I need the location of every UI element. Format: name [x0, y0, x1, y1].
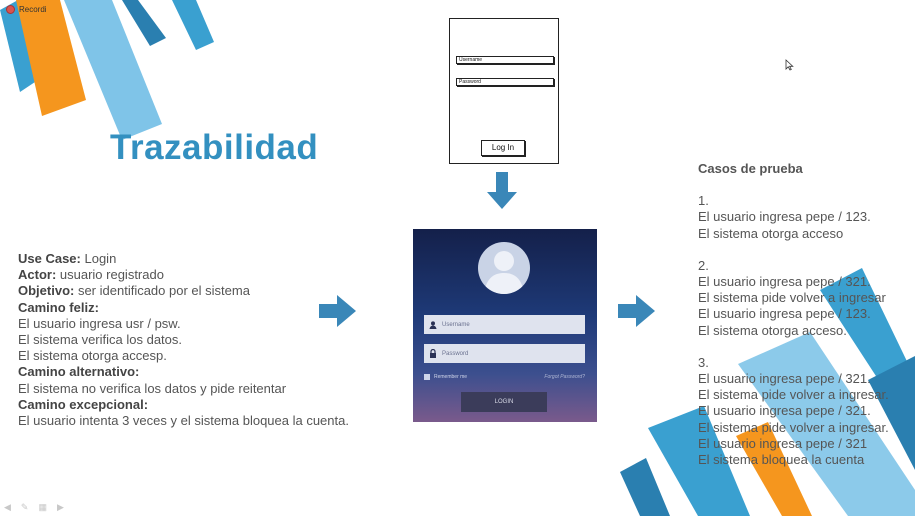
- remember-me-label: Remember me: [434, 374, 468, 380]
- happy-path-heading: Camino feliz:: [18, 299, 99, 315]
- use-case-line: Use Case: Login: [18, 251, 349, 267]
- objective-label: Objetivo:: [18, 283, 75, 299]
- login-mockup: Username Password Remember me Forgot Pas…: [413, 229, 597, 422]
- wireframe-login-button: Log In: [481, 140, 525, 156]
- exception-path-heading: Camino excepcional:: [18, 396, 149, 412]
- remember-me-checkbox: Remember me: [424, 374, 467, 380]
- test-case-number: 1.: [698, 193, 709, 209]
- objective-value: ser identificado por el sistema: [74, 283, 250, 299]
- mockup-password-input: Password: [424, 344, 585, 363]
- recording-indicator[interactable]: Recordi: [6, 3, 47, 15]
- wireframe-password-field: Password: [456, 78, 554, 86]
- test-case-step: El sistema otorga acceso: [698, 225, 844, 241]
- test-case-step: El usuario ingresa pepe / 321.: [698, 403, 871, 419]
- test-case-number: 2.: [698, 257, 709, 273]
- happy-path-step: El sistema verifica los datos.: [18, 332, 183, 348]
- slides-icon[interactable]: ▦: [38, 502, 47, 513]
- actor-value: usuario registrado: [56, 267, 164, 283]
- test-cases: Casos de prueba 1. El usuario ingresa pe…: [698, 161, 889, 468]
- test-case-step: El sistema pide volver a ingresar: [698, 290, 886, 306]
- avatar-icon: [478, 242, 530, 294]
- arrow-right-icon: [618, 295, 655, 327]
- wireframe-username-field: Username: [456, 56, 554, 64]
- use-case-description: Use Case: Login Actor: usuario registrad…: [18, 251, 349, 429]
- test-case-number: 3.: [698, 354, 709, 370]
- test-cases-heading: Casos de prueba: [698, 161, 803, 176]
- recording-label: Recordi: [19, 4, 47, 14]
- test-case-step: El sistema bloquea la cuenta: [698, 452, 865, 468]
- test-case-step: El usuario ingresa pepe / 321.: [698, 274, 871, 290]
- arrow-down-icon: [487, 172, 517, 209]
- use-case-label: Use Case:: [18, 251, 81, 266]
- objective-line: Objetivo: ser identificado por el sistem…: [18, 283, 349, 299]
- test-case-step: El usuario ingresa pepe / 123.: [698, 306, 871, 322]
- alternative-path-step: El sistema no verifica los datos y pide …: [18, 380, 287, 396]
- test-case-step: El usuario ingresa pepe / 321.: [698, 371, 871, 387]
- slide-title: Trazabilidad: [110, 128, 319, 167]
- record-icon: [6, 4, 15, 14]
- mockup-login-button: LOGIN: [461, 392, 547, 412]
- use-case-value: Login: [80, 251, 117, 266]
- user-icon: [424, 315, 442, 334]
- forward-icon[interactable]: ▶: [57, 502, 64, 513]
- forgot-password-link: Forgot Password?: [544, 374, 585, 380]
- test-case-step: El usuario ingresa pepe / 321: [698, 435, 868, 451]
- username-placeholder: Username: [442, 321, 470, 328]
- mockup-username-input: Username: [424, 315, 585, 334]
- actor-line: Actor: usuario registrado: [18, 267, 349, 283]
- happy-path-step: El sistema otorga accesp.: [18, 348, 167, 364]
- checkbox-icon: [424, 374, 430, 380]
- actor-label: Actor:: [18, 267, 57, 283]
- wireframe-login: Username Password Log In: [449, 18, 559, 164]
- happy-path-step: El usuario ingresa usr / psw.: [18, 315, 181, 331]
- presenter-toolbar: ◀ ✎ ▦ ▶: [4, 502, 64, 513]
- test-case-step: El usuario ingresa pepe / 123.: [698, 209, 871, 225]
- test-case-step: El sistema pide volver a ingresar.: [698, 387, 889, 403]
- alternative-path-heading: Camino alternativo:: [18, 364, 140, 380]
- password-placeholder: Password: [442, 350, 469, 357]
- exception-path-step: El usuario intenta 3 veces y el sistema …: [18, 413, 349, 429]
- pen-icon[interactable]: ✎: [21, 502, 29, 513]
- lock-icon: [424, 344, 442, 363]
- test-case-step: El sistema otorga acceso.: [698, 322, 847, 338]
- cursor-icon: [785, 59, 794, 71]
- back-icon[interactable]: ◀: [4, 502, 11, 513]
- test-case-step: El sistema pide volver a ingresar.: [698, 419, 889, 435]
